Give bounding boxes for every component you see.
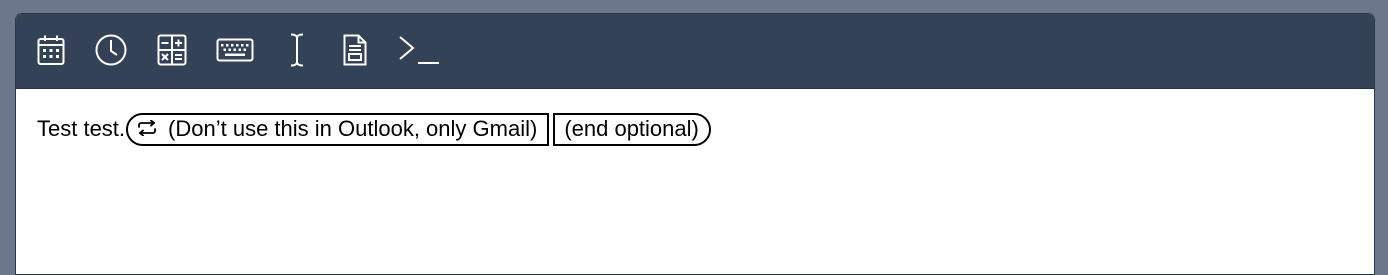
insert-formula-button[interactable]	[156, 32, 188, 68]
calendar-icon	[37, 35, 65, 65]
end-optional-token[interactable]: (end optional)	[553, 112, 711, 146]
text-cursor-icon	[290, 33, 304, 67]
keyboard-icon	[216, 38, 254, 62]
insert-clipboard-button[interactable]	[342, 32, 368, 68]
repeat-icon	[137, 111, 157, 147]
insert-date-button[interactable]	[36, 32, 66, 68]
clipboard-document-icon	[343, 34, 367, 66]
insert-time-button[interactable]	[94, 32, 128, 68]
editor-content[interactable]: Test test. (Don’t use this in Outlook, on…	[16, 89, 1374, 147]
end-optional-label: (end optional)	[564, 116, 699, 142]
snippet-editor: Test test. (Don’t use this in Outlook, on…	[15, 13, 1375, 275]
insert-script-button[interactable]	[397, 32, 441, 68]
terminal-icon	[399, 36, 439, 64]
snippet-text: Test test.	[37, 116, 126, 142]
insert-cursor-button[interactable]	[286, 32, 308, 68]
clock-icon	[95, 34, 127, 66]
optional-block-token[interactable]: (Don’t use this in Outlook, only Gmail)	[126, 111, 550, 147]
insert-keypress-button[interactable]	[215, 32, 255, 68]
calculator-icon	[157, 34, 187, 66]
optional-block-label: (Don’t use this in Outlook, only Gmail)	[168, 116, 538, 142]
editor-toolbar	[16, 14, 1374, 89]
